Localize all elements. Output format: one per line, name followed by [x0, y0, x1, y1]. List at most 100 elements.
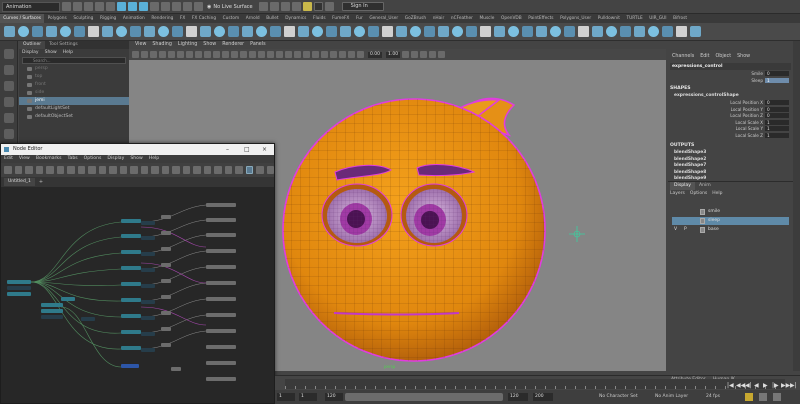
graph-node[interactable] [161, 215, 171, 219]
lasso-tool-icon[interactable] [4, 65, 14, 75]
shelf-tab-26[interactable]: Bifrost [670, 14, 690, 23]
viewport-tool-icon[interactable] [438, 51, 446, 58]
node-editor-tool-icon[interactable] [193, 166, 201, 174]
viewport-tool-icon[interactable] [258, 51, 265, 58]
viewport-tool-icon[interactable] [321, 51, 328, 58]
shelf-tool-icon[interactable] [158, 26, 169, 37]
shelf-tab-18[interactable]: nCFeather [448, 14, 477, 23]
animation-end-field[interactable]: 200 [533, 393, 553, 401]
shelf-tool-icon[interactable] [228, 26, 239, 37]
move-tool-icon[interactable] [4, 97, 14, 107]
viewport-tool-icon[interactable] [195, 51, 202, 58]
undo-icon[interactable] [95, 2, 104, 11]
viewport-tool-icon[interactable] [294, 51, 301, 58]
shelf-tool-icon[interactable] [284, 26, 295, 37]
shelf-tool-icon[interactable] [452, 26, 463, 37]
node-editor-tool-icon[interactable] [235, 166, 243, 174]
outliner-item[interactable]: side [19, 89, 129, 97]
shelf-tab-22[interactable]: Polygons_User [557, 14, 595, 23]
node-editor-tool-icon[interactable] [203, 166, 211, 174]
graph-node[interactable] [206, 361, 236, 365]
node-editor-tool-icon[interactable] [256, 166, 264, 174]
shelf-tool-icon[interactable] [74, 26, 85, 37]
menu-object[interactable]: Object [716, 53, 732, 61]
viewport-tool-icon[interactable] [150, 51, 157, 58]
shelf-tool-icon[interactable] [690, 26, 701, 37]
near-clip-field[interactable]: 0.00 [368, 51, 383, 58]
viewport-tool-icon[interactable] [204, 51, 211, 58]
visibility-toggle[interactable]: V [674, 226, 677, 234]
playback-start-field[interactable]: 1 [299, 393, 317, 401]
playback-button-icon[interactable]: |▶ [772, 382, 779, 389]
menu-help[interactable]: Help [712, 190, 722, 197]
graph-node[interactable] [141, 252, 155, 256]
graph-node[interactable] [141, 316, 155, 320]
viewport-tool-icon[interactable] [348, 51, 355, 58]
menu-tabs[interactable]: Tabs [67, 155, 77, 163]
shelf-tab-12[interactable]: Fluids [310, 14, 329, 23]
node-editor-tool-icon[interactable] [266, 166, 275, 174]
channel-value[interactable]: 1 [765, 78, 789, 83]
viewport-tool-icon[interactable] [429, 51, 437, 58]
playback-button-icon[interactable]: ▶▶ [781, 382, 790, 389]
viewport-tool-icon[interactable] [168, 51, 175, 58]
viewport-tool-icon[interactable] [312, 51, 319, 58]
shelf-tool-icon[interactable] [200, 26, 211, 37]
graph-node[interactable] [61, 297, 75, 301]
shelf-tab-3[interactable]: Rigging [97, 14, 120, 23]
node-editor-tool-icon[interactable] [151, 166, 159, 174]
graph-node[interactable] [161, 231, 171, 235]
shelf-tool-icon[interactable] [46, 26, 57, 37]
menu-shading[interactable]: Shading [152, 41, 172, 49]
rotate-tool-icon[interactable] [4, 113, 14, 123]
viewport-tool-icon[interactable] [330, 51, 337, 58]
menu-help[interactable]: Help [63, 49, 73, 56]
graph-node[interactable] [206, 203, 236, 207]
menu-renderer[interactable]: Renderer [222, 41, 244, 49]
graph-node[interactable] [206, 249, 236, 253]
shelf-tool-icon[interactable] [550, 26, 561, 37]
fps-dropdown[interactable]: 24 fps [706, 393, 720, 401]
outliner-item[interactable]: front [19, 81, 129, 89]
shelf-tab-5[interactable]: Rendering [148, 14, 177, 23]
shelf-tool-icon[interactable] [172, 26, 183, 37]
graph-node[interactable] [206, 297, 236, 301]
open-scene-icon[interactable] [73, 2, 82, 11]
layer-row[interactable]: smile [672, 208, 789, 216]
shelf-tab-1[interactable]: Polygons [44, 14, 70, 23]
output-node[interactable]: blendShape8 [674, 170, 706, 175]
shelf-tool-icon[interactable] [270, 26, 281, 37]
channel-value[interactable]: 0 [765, 113, 789, 118]
graph-node[interactable] [121, 364, 139, 368]
shelf-tool-icon[interactable] [312, 26, 323, 37]
menu-options[interactable]: Options [690, 190, 707, 197]
shelf-tool-icon[interactable] [88, 26, 99, 37]
menu-panels[interactable]: Panels [250, 41, 265, 49]
shelf-tool-icon[interactable] [368, 26, 379, 37]
shelf-tab-24[interactable]: TURTLE [623, 14, 646, 23]
layer-color-swatch[interactable] [700, 218, 705, 224]
save-scene-icon[interactable] [84, 2, 93, 11]
outliner-item[interactable]: defaultLightSet [19, 105, 129, 113]
shelf-tab-10[interactable]: Bullet [263, 14, 282, 23]
viewport-tool-icon[interactable] [132, 51, 139, 58]
node-editor-tool-icon[interactable] [224, 166, 232, 174]
shelf-tool-icon[interactable] [606, 26, 617, 37]
graph-node[interactable] [121, 266, 141, 270]
character-set-dropdown[interactable]: No Character Set [599, 393, 638, 401]
output-node[interactable]: blendShape7 [674, 163, 706, 168]
graph-node[interactable] [141, 332, 155, 336]
graph-node[interactable] [161, 343, 171, 347]
shelf-tool-icon[interactable] [144, 26, 155, 37]
object-name[interactable]: expressions_control [670, 63, 791, 70]
viewport-tool-icon[interactable] [339, 51, 346, 58]
shelf-tool-icon[interactable] [648, 26, 659, 37]
viewport-tool-icon[interactable] [213, 51, 220, 58]
shelf-tool-icon[interactable] [340, 26, 351, 37]
viewport-tool-icon[interactable] [222, 51, 229, 58]
graph-node[interactable] [206, 233, 236, 237]
shelf-tab-13[interactable]: FumeFX [329, 14, 353, 23]
shelf-tool-icon[interactable] [116, 26, 127, 37]
node-editor-tool-icon[interactable] [67, 166, 75, 174]
shelf-tab-23[interactable]: Pulldownit [594, 14, 623, 23]
